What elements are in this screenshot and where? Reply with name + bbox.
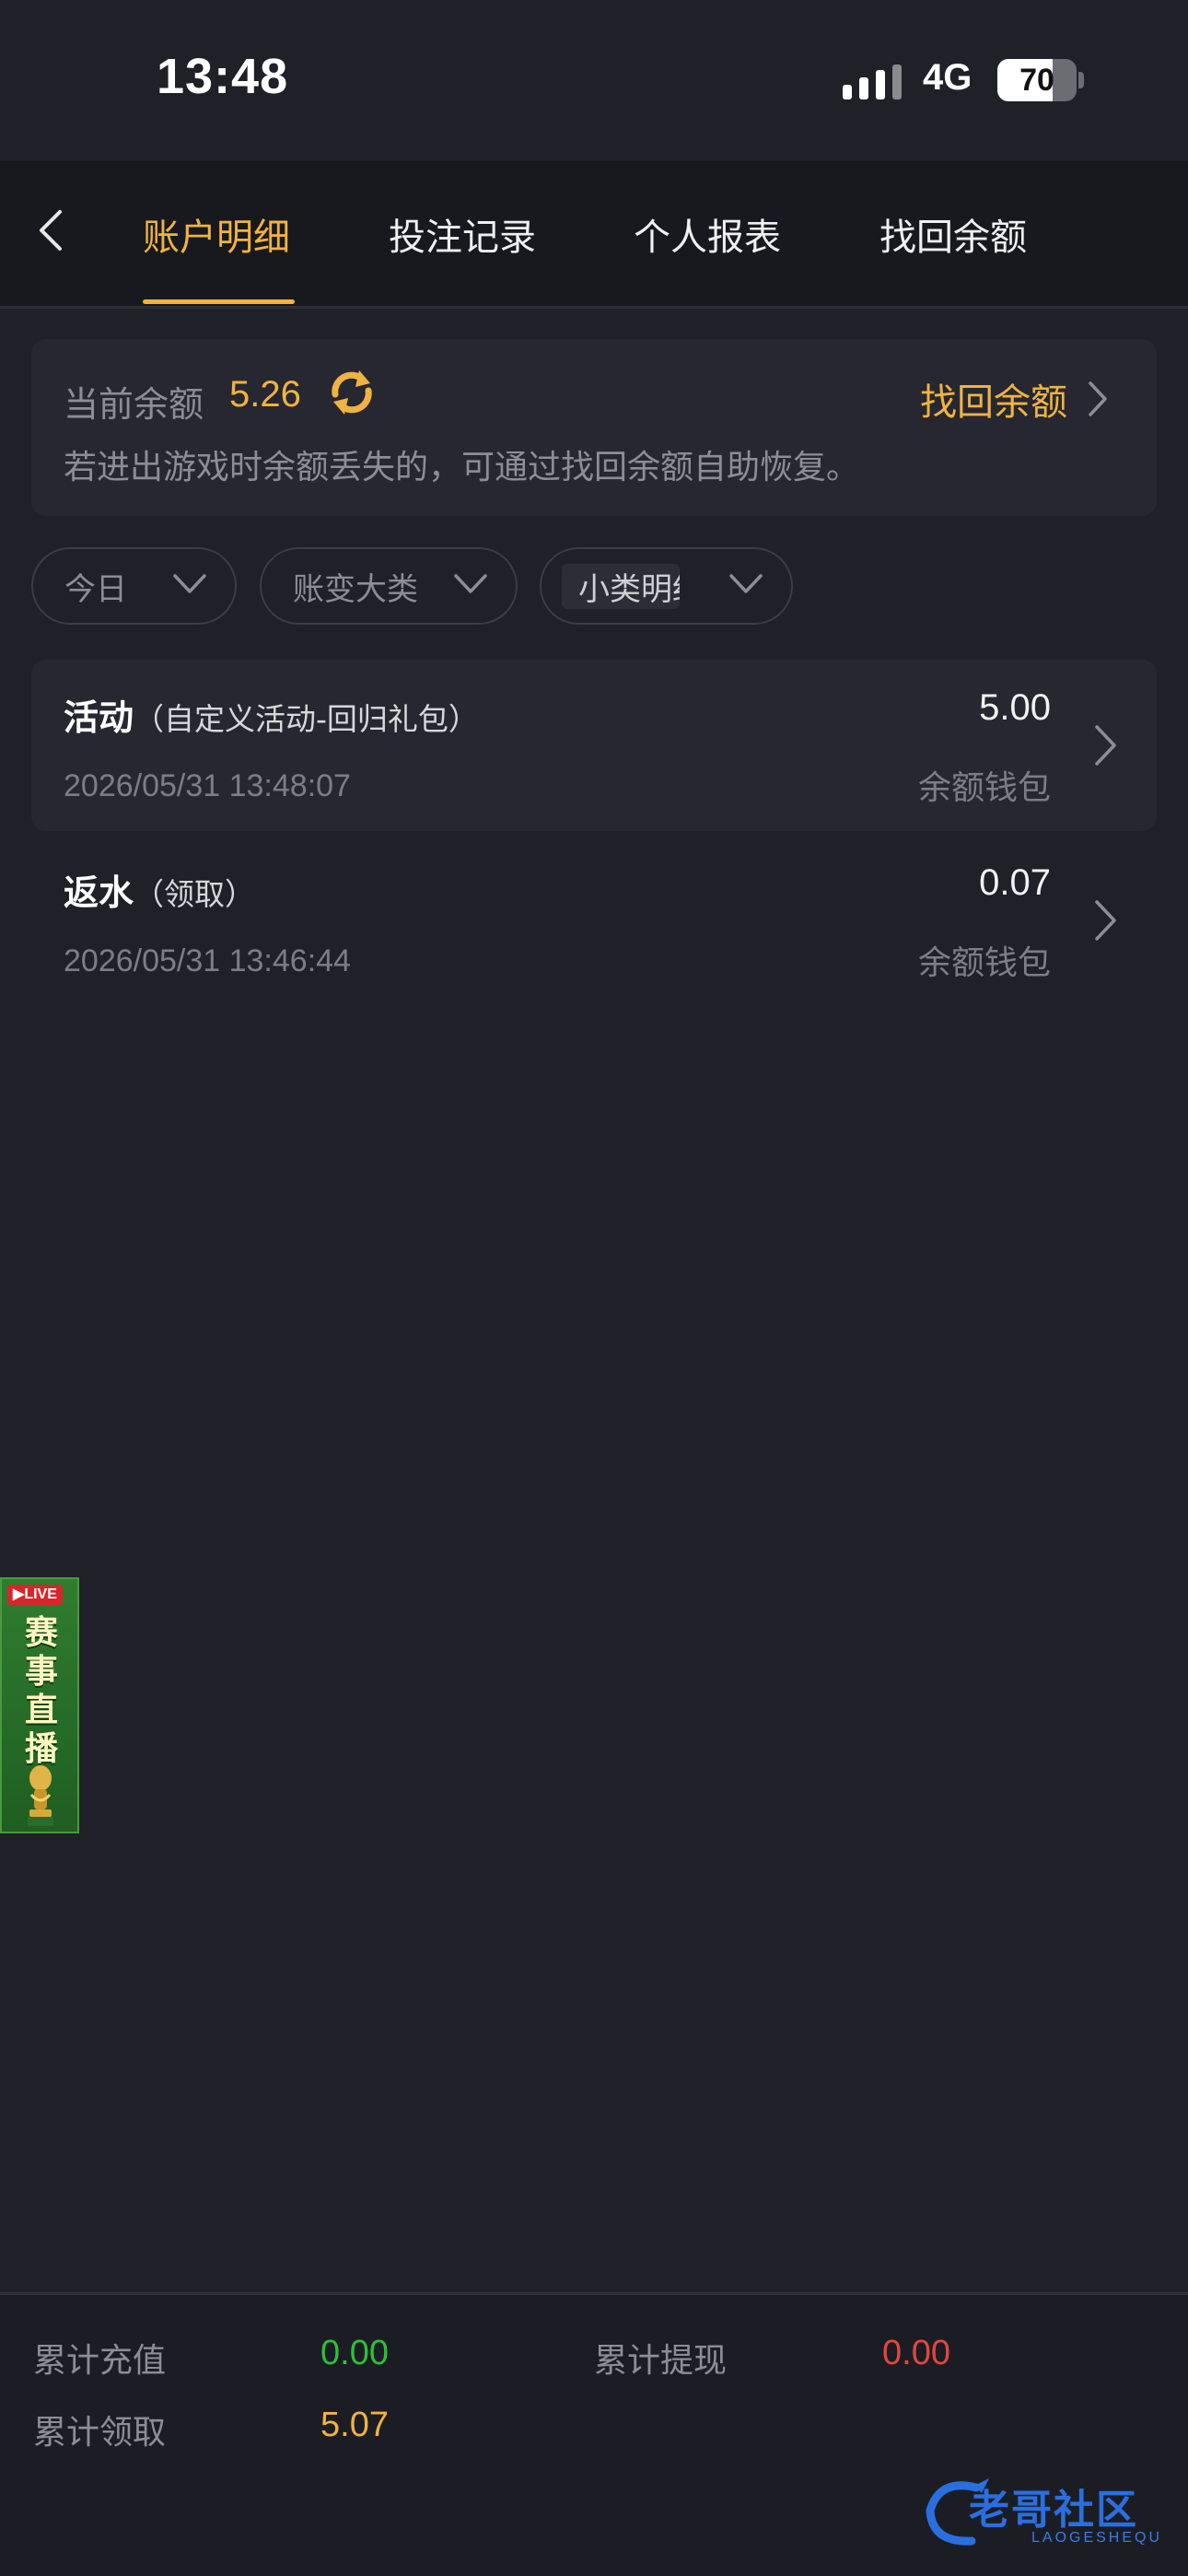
record-time: 2026/05/31 13:46:44 <box>64 943 351 978</box>
recover-balance-label: 找回余额 <box>920 381 1067 424</box>
total-recharge-label: 累计充值 <box>33 2342 167 2380</box>
tab-personal-report[interactable]: 个人报表 <box>634 207 781 261</box>
balance-value: 5.26 <box>229 374 301 415</box>
record-subtype: （领取） <box>134 876 256 912</box>
tab-bet-records[interactable]: 投注记录 <box>389 207 536 261</box>
total-withdraw-value: 0.00 <box>882 2334 950 2372</box>
chevron-down-icon <box>454 574 487 593</box>
filter-subcategory-label: 小类明细 <box>562 563 680 609</box>
total-recharge-value: 0.00 <box>320 2334 389 2372</box>
record-title: 活动（自定义活动-回归礼包） <box>64 689 479 740</box>
live-badge: ▶LIVE <box>7 1585 63 1605</box>
battery-cap <box>1078 72 1084 88</box>
filter-date-label: 今日 <box>64 570 127 608</box>
record-wallet: 余额钱包 <box>917 769 1051 807</box>
tab-bar: 账户明细 投注记录 个人报表 找回余额 <box>0 161 1188 309</box>
watermark-logo: 老哥社区 LAOGESHEQU <box>921 2469 1179 2561</box>
live-widget-text: 赛事直播 <box>24 1614 58 1768</box>
battery-level: 70 <box>1019 63 1054 98</box>
live-badge-text: LIVE <box>24 1587 57 1602</box>
record-item[interactable]: 返水（领取） 2026/05/31 13:46:44 0.07 余额钱包 <box>31 835 1157 1006</box>
total-claim-value: 5.07 <box>320 2406 389 2444</box>
balance-label: 当前余额 <box>64 384 204 425</box>
status-bar: 13:48 4G 70 <box>0 0 1188 161</box>
record-wallet: 余额钱包 <box>917 944 1051 982</box>
status-time: 13:48 <box>157 49 289 104</box>
chevron-down-icon <box>173 574 206 593</box>
tab-recover-balance[interactable]: 找回余额 <box>879 207 1027 261</box>
watermark-text: 老哥社区 <box>969 2487 1138 2534</box>
chevron-right-icon <box>1095 900 1116 941</box>
signal-icon <box>843 64 903 101</box>
filter-category[interactable]: 账变大类 <box>260 547 518 625</box>
active-tab-indicator <box>143 299 295 304</box>
battery-icon: 70 <box>997 59 1077 101</box>
record-type: 活动 <box>64 697 134 738</box>
chevron-right-icon <box>1095 725 1116 766</box>
live-broadcast-widget[interactable]: ▶LIVE 赛事直播 <box>0 1577 79 1833</box>
record-amount: 0.07 <box>979 862 1051 903</box>
total-withdraw-label: 累计提现 <box>594 2342 728 2380</box>
watermark-subtext: LAOGESHEQU <box>1031 2530 1163 2546</box>
chevron-right-icon <box>1089 381 1107 416</box>
balance-card: 当前余额 5.26 找回余额 若进出游戏时余额丢失的，可通过找回余额自助恢复。 <box>31 339 1157 516</box>
filter-subcategory[interactable]: 小类明细 <box>540 547 793 625</box>
trophy-icon <box>28 1765 53 1826</box>
refresh-icon[interactable] <box>326 367 378 418</box>
tab-account-details[interactable]: 账户明细 <box>143 207 290 261</box>
filter-date[interactable]: 今日 <box>31 547 237 625</box>
record-amount: 5.00 <box>979 687 1051 728</box>
back-button[interactable] <box>28 203 74 258</box>
chevron-down-icon <box>729 574 763 593</box>
record-title: 返水（领取） <box>64 864 255 915</box>
record-subtype: （自定义活动-回归礼包） <box>134 701 479 737</box>
total-claim-label: 累计领取 <box>33 2414 167 2452</box>
recover-balance-link[interactable]: 找回余额 <box>920 372 1108 426</box>
network-type: 4G <box>923 57 973 98</box>
record-type: 返水 <box>64 872 134 913</box>
record-item[interactable]: 活动（自定义活动-回归礼包） 2026/05/31 13:48:07 5.00 … <box>31 660 1157 831</box>
filter-category-label: 账变大类 <box>293 570 418 608</box>
balance-hint: 若进出游戏时余额丢失的，可通过找回余额自助恢复。 <box>64 449 860 486</box>
record-time: 2026/05/31 13:48:07 <box>64 768 351 803</box>
chevron-left-icon <box>40 210 62 251</box>
